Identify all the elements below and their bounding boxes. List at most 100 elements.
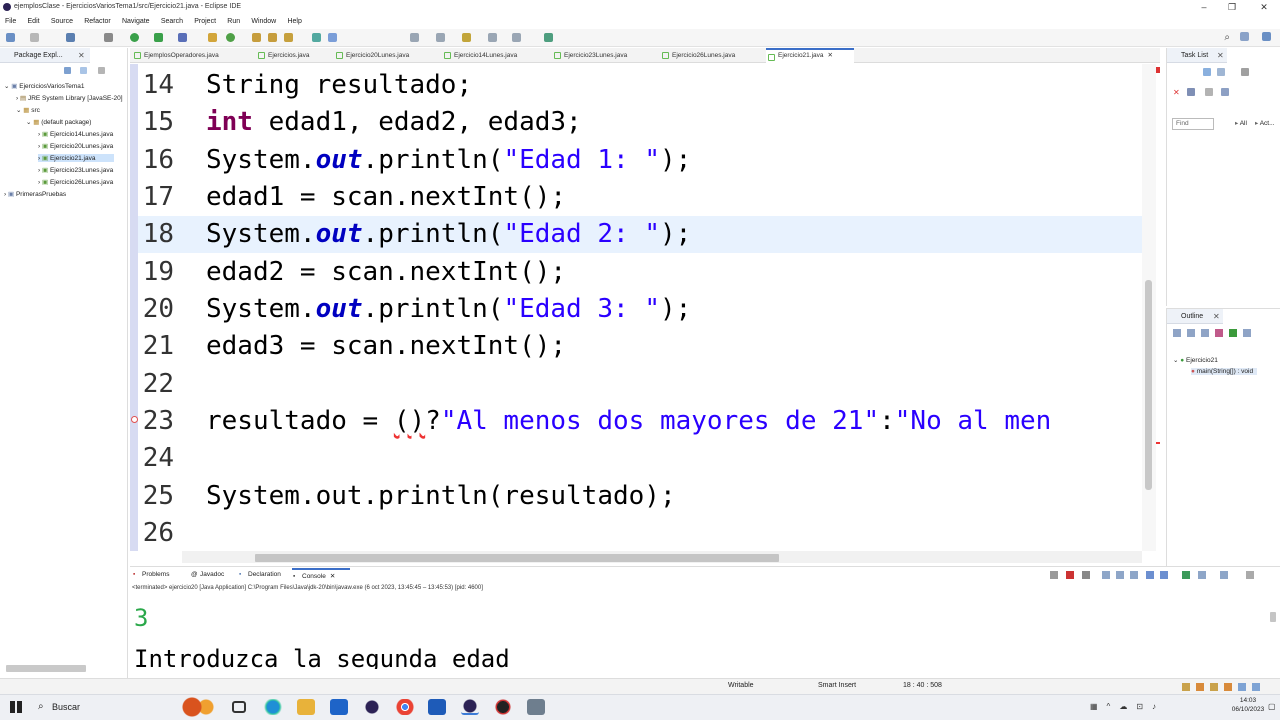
next-annotation-icon[interactable] [410, 33, 419, 42]
filter-activate[interactable]: ▸ Act... [1255, 119, 1275, 127]
link-editor-icon[interactable] [80, 67, 87, 74]
open-task-icon[interactable] [268, 33, 277, 42]
new-java-project-icon[interactable] [208, 33, 217, 42]
menu-refactor[interactable]: Refactor [84, 15, 110, 29]
forward-icon[interactable] [512, 33, 521, 42]
close-tab-icon[interactable]: ✕ [330, 573, 335, 580]
save-icon[interactable] [30, 33, 39, 42]
tab-ejercicio21-active[interactable]: Ejercicio21.java ✕ [766, 48, 854, 63]
menu-file[interactable]: File [5, 15, 16, 29]
tree-item-file[interactable]: › ▣ Ejercicio26Lunes.java [38, 178, 113, 186]
taskbar-clock[interactable]: 14:03 06/10/2023 [1228, 696, 1268, 714]
new-icon[interactable] [6, 33, 15, 42]
tab-ejercicio23[interactable]: Ejercicio23Lunes.java [552, 48, 627, 63]
eclipse-active-icon[interactable] [461, 699, 479, 715]
pin-editor-icon[interactable] [544, 33, 553, 42]
menu-source[interactable]: Source [51, 15, 73, 29]
block-selection-icon[interactable] [328, 33, 337, 42]
tab-problems[interactable]: ▪ Problems [132, 568, 169, 582]
windows-start-icon[interactable] [10, 701, 22, 713]
open-type-icon[interactable] [252, 33, 261, 42]
horizontal-scroll-thumb[interactable] [255, 554, 779, 562]
prev-annotation-icon[interactable] [436, 33, 445, 42]
outline-item-method[interactable]: ● main(String[]) : void [1191, 368, 1258, 375]
task-view-icon[interactable] [232, 701, 246, 713]
task-toolbar-icon[interactable] [1203, 68, 1211, 76]
menu-window[interactable]: Window [251, 15, 276, 29]
status-tray-icons[interactable] [1182, 683, 1270, 691]
task-find-input[interactable]: Find [1172, 118, 1214, 130]
taskbar-search[interactable]: ⌕ Buscar [34, 696, 174, 718]
debug-icon[interactable] [104, 33, 113, 42]
close-tab-icon[interactable]: ✕ [828, 52, 833, 59]
tree-item-file[interactable]: › ▣ Ejercicio20Lunes.java [38, 142, 113, 150]
tab-ejercicios[interactable]: Ejercicios.java [256, 48, 310, 63]
close-view-icon[interactable]: ✕ [1213, 312, 1220, 321]
tab-ejemplos-operadores[interactable]: EjemplosOperadores.java [132, 48, 219, 63]
task-action-icon[interactable] [1221, 88, 1229, 96]
filter-all[interactable]: ▸ All [1235, 119, 1247, 127]
tree-item-file-selected[interactable]: › ▣ Ejercicio21.java [38, 154, 114, 162]
tab-javadoc[interactable]: @ Javadoc [190, 568, 224, 582]
terminal-icon[interactable] [66, 33, 75, 42]
word-icon[interactable] [428, 699, 446, 715]
file-explorer-icon[interactable] [297, 699, 315, 715]
tab-package-explorer[interactable]: Package Expl... [0, 48, 90, 63]
tree-item-project[interactable]: ⌄ ▣ EjerciciosVariosTema1 [4, 82, 85, 90]
close-view-icon[interactable]: ✕ [1217, 51, 1224, 60]
task-toolbar-icon[interactable] [1241, 68, 1249, 76]
tab-ejercicio20[interactable]: Ejercicio20Lunes.java [334, 48, 409, 63]
system-tray-icons[interactable]: ▦^☁⊡♪ [1090, 702, 1190, 711]
console-scroll-thumb[interactable] [1270, 612, 1276, 622]
menu-search[interactable]: Search [161, 15, 183, 29]
last-edit-icon[interactable] [462, 33, 471, 42]
search-icon[interactable]: ⌕ [1224, 32, 1230, 43]
toggle-mark-icon[interactable] [312, 33, 321, 42]
horizontal-scrollbar[interactable] [6, 665, 86, 672]
tab-declaration[interactable]: ▪ Declaration [238, 568, 281, 582]
code-editor[interactable]: 14 String resultado; 15 int edad1, edad2… [130, 64, 1142, 551]
search-tool-icon[interactable] [284, 33, 293, 42]
chrome-icon[interactable] [396, 699, 414, 715]
coverage-icon[interactable] [154, 33, 163, 42]
java-perspective-icon[interactable] [1262, 32, 1271, 41]
minimize-icon[interactable]: – [1192, 2, 1216, 12]
tree-item-jre[interactable]: › ▤ JRE System Library [JavaSE-20] [16, 94, 123, 102]
task-toolbar-icon[interactable] [1217, 68, 1225, 76]
eclipse-taskbar-icon[interactable] [363, 699, 381, 715]
menu-project[interactable]: Project [194, 15, 216, 29]
tab-console-active[interactable]: ▪ Console ✕ [292, 568, 350, 582]
vertical-scroll-thumb[interactable] [1145, 280, 1152, 490]
close-icon[interactable]: ✕ [1252, 2, 1276, 13]
console-toolbar-icons[interactable] [1050, 571, 1260, 579]
outline-item-class[interactable]: ⌄ ● Ejercicio21 [1173, 356, 1218, 364]
menu-run[interactable]: Run [227, 15, 240, 29]
outline-toolbar-icons[interactable] [1173, 329, 1261, 337]
new-class-icon[interactable] [226, 33, 235, 42]
task-action-icon[interactable] [1187, 88, 1195, 96]
tab-ejercicio26[interactable]: Ejercicio26Lunes.java [660, 48, 735, 63]
tree-item-src[interactable]: ⌄ ▦ src [16, 106, 40, 114]
collapse-all-icon[interactable] [64, 67, 71, 74]
camera-icon[interactable] [527, 699, 545, 715]
tree-item-default-package[interactable]: ⌄ ▦ (default package) [26, 118, 91, 126]
tree-item-project[interactable]: › ▣ PrimerasPruebas [4, 190, 66, 198]
delete-icon[interactable]: ✕ [1173, 88, 1181, 97]
close-view-icon[interactable]: ✕ [78, 51, 85, 60]
maximize-icon[interactable]: ❐ [1220, 2, 1244, 13]
obs-icon[interactable] [494, 699, 512, 715]
external-tools-icon[interactable] [178, 33, 187, 42]
menu-navigate[interactable]: Navigate [122, 15, 150, 29]
error-marker-icon[interactable] [131, 416, 138, 423]
mail-icon[interactable] [330, 699, 348, 715]
notification-icon[interactable]: ▢ [1268, 702, 1276, 712]
view-menu-icon[interactable] [98, 67, 105, 74]
perspective-icon[interactable] [1240, 32, 1249, 41]
taskbar-news-widget[interactable] [180, 697, 216, 717]
menu-help[interactable]: Help [287, 15, 301, 29]
tree-item-file[interactable]: › ▣ Ejercicio14Lunes.java [38, 130, 113, 138]
back-icon[interactable] [488, 33, 497, 42]
menu-edit[interactable]: Edit [28, 15, 40, 29]
edge-icon[interactable] [264, 699, 282, 715]
tab-ejercicio14[interactable]: Ejercicio14Lunes.java [442, 48, 517, 63]
